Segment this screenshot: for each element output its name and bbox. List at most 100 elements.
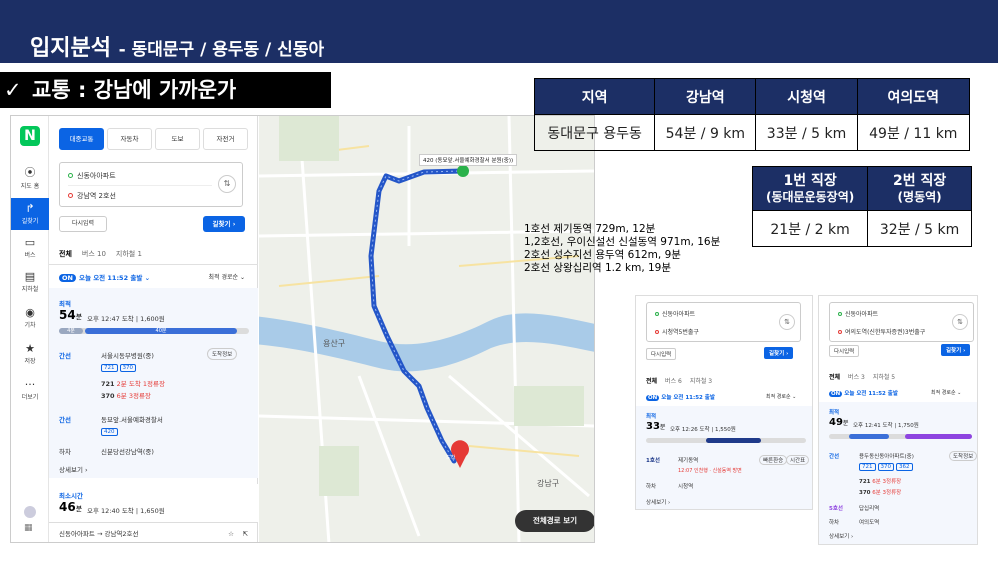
arrival-info-button[interactable]: 도착정보 xyxy=(207,348,238,360)
detail-link[interactable]: 상세보기 › xyxy=(59,464,88,474)
mode-car[interactable]: 자동차 xyxy=(107,128,152,150)
route-inputs: 신동아아파트 여의도역(신한투자증권)3번출구 ⇅ xyxy=(829,302,974,342)
destination-field[interactable]: 여의도역(신한투자증권)3번출구 xyxy=(838,327,925,336)
directions-panel: 대중교통 자동차 도보 자전거 신동아아파트 강남역 2호선 ⇅ 다시입력 길찾… xyxy=(49,116,258,542)
on-toggle[interactable]: ON xyxy=(59,274,76,282)
bus-chip[interactable]: 721 xyxy=(101,364,118,372)
route-result-fastest[interactable]: 최소시간 46분 오후 12:40 도착 | 1,650원 xyxy=(49,484,258,522)
route-label: 최소시간 xyxy=(59,492,83,500)
swap-icon[interactable]: ⇅ xyxy=(952,314,968,330)
transfer-stop: 동묘앞.서울예화경찰서 xyxy=(101,416,163,424)
note-line: 2호선 성수지선 용두역 612m, 9분 xyxy=(524,249,681,261)
rail-item-map-home[interactable]: ⦿ 지도 홈 xyxy=(11,164,49,190)
grid-apps-icon[interactable]: ▦ xyxy=(24,523,35,534)
profile-avatar[interactable] xyxy=(24,506,36,518)
tab-all[interactable]: 전체 xyxy=(646,376,657,385)
arrival-value: 오후 12:26 도착 xyxy=(670,427,710,433)
bus-chip[interactable]: 420 xyxy=(101,428,118,436)
table-cell: 32분 / 5 km xyxy=(867,210,972,247)
timetable-button[interactable]: 시간표 xyxy=(786,455,810,465)
bus-chips: 721 370 xyxy=(101,363,138,372)
line-label: 5호선 xyxy=(829,506,843,512)
find-route-button[interactable]: 길찾기 › xyxy=(941,344,971,356)
table-cell: 54분 / 9 km xyxy=(654,114,757,151)
departure-time[interactable]: ON 오늘 오전 11:52 출발 ⌄ xyxy=(59,272,150,282)
fast-transfer-button[interactable]: 빠른환승 xyxy=(759,455,788,465)
bus-number: 370 xyxy=(859,490,871,496)
route-result-best[interactable]: 최적 54분 오후 12:47 도착 | 1,600원 4분 40분 간선 서울… xyxy=(49,288,258,478)
on-toggle[interactable]: ON xyxy=(646,395,660,401)
table-cell: 21분 / 2 km xyxy=(751,210,869,247)
get-off-label: 하차 xyxy=(646,484,657,490)
get-off-label: 하차 xyxy=(59,448,71,456)
route-duration: 46분 xyxy=(59,500,82,514)
tab-subway[interactable]: 지하철 5 xyxy=(873,372,895,381)
star-icon[interactable]: ☆ xyxy=(228,523,234,542)
bus-chip[interactable]: 362 xyxy=(896,463,913,471)
table-cell: 49분 / 11 km xyxy=(856,114,971,151)
bus-chip[interactable]: 721 xyxy=(859,463,876,471)
tab-bus[interactable]: 버스 10 xyxy=(82,249,106,259)
get-off-stop: 여의도역 xyxy=(859,520,880,526)
mode-walk[interactable]: 도보 xyxy=(155,128,200,150)
arrival-info-button[interactable]: 도착정보 xyxy=(949,451,977,461)
find-route-button[interactable]: 길찾기 › xyxy=(203,216,245,232)
detail-link[interactable]: 상세보기 › xyxy=(646,498,670,506)
origin-value: 신동아아파트 xyxy=(77,172,116,180)
destination-field[interactable]: 시청역5번출구 xyxy=(655,327,699,336)
rail-item-more[interactable]: ··· 더보기 xyxy=(11,378,49,401)
route-result[interactable]: 최적 49분 오후 12:41 도착 | 1,750원 간선 용두동신동아아파트… xyxy=(819,402,977,544)
bus-arrival-info: 6분 3정류장 xyxy=(116,392,151,400)
departure-time[interactable]: ON 오늘 오전 11:52 출발 xyxy=(829,389,898,397)
mode-bike[interactable]: 자전거 xyxy=(203,128,248,150)
rail-item-saved[interactable]: ★ 저장 xyxy=(11,342,49,365)
destination-field[interactable]: 강남역 2호선 xyxy=(68,191,116,201)
naver-logo[interactable]: N xyxy=(20,126,40,146)
tab-subway[interactable]: 지하철 1 xyxy=(116,249,142,259)
reinput-button[interactable]: 다시입력 xyxy=(59,216,107,232)
tab-all[interactable]: 전체 xyxy=(829,372,840,381)
route-arrival: 오후 12:41 도착 | 1,750원 xyxy=(853,423,919,429)
swap-icon[interactable]: ⇅ xyxy=(779,314,795,330)
reinput-button[interactable]: 다시입력 xyxy=(829,345,860,357)
rail-item-subway[interactable]: ▤ 지하철 xyxy=(11,270,49,293)
route-result[interactable]: 최적 33분 오후 12:26 도착 | 1,550원 1호선 제기동역 12:… xyxy=(636,406,812,509)
bus-chip[interactable]: 370 xyxy=(877,463,894,471)
full-route-button[interactable]: 전체경로 보기 xyxy=(515,510,594,532)
map-view[interactable]: 420 (동묘앞.서울예화경찰서 분원(중)) 도착 용산구 강남구 전체경로 … xyxy=(259,116,594,542)
bus-type-icon: 간선 xyxy=(829,454,840,460)
tab-subway[interactable]: 지하철 3 xyxy=(690,376,712,385)
reinput-button[interactable]: 다시입력 xyxy=(646,348,677,360)
rail-item-bus[interactable]: ▭ 버스 xyxy=(11,236,49,259)
rail-item-train[interactable]: ◉ 기차 xyxy=(11,306,49,329)
bus-chip[interactable]: 370 xyxy=(119,364,136,372)
route-label: 최적 xyxy=(59,300,71,308)
departure-time[interactable]: ON 오늘 오전 11:52 출발 xyxy=(646,393,715,401)
sort-dropdown[interactable]: 최적 경로순 ⌄ xyxy=(766,393,796,400)
rail-item-directions[interactable]: ↱ 길찾기 xyxy=(11,198,49,230)
rail-label: 버스 xyxy=(24,252,36,259)
result-tabs: 전체 버스 3 지하철 5 xyxy=(829,372,895,381)
duration-unit: 분 xyxy=(659,424,666,431)
mode-transit[interactable]: 대중교통 xyxy=(59,128,104,150)
table-header: 여의도역 xyxy=(856,78,971,115)
timeline-bus xyxy=(849,434,889,439)
find-route-button[interactable]: 길찾기 › xyxy=(764,347,794,359)
bus-arrival-info: 2분 도착 1정류장 xyxy=(116,380,165,388)
detail-link[interactable]: 상세보기 › xyxy=(829,532,853,540)
title-main: 입지분석 xyxy=(30,36,111,61)
note-line: 1,2호선, 우이신설선 신설동역 971m, 16분 xyxy=(524,236,721,248)
origin-field[interactable]: 신동아아파트 xyxy=(838,309,878,318)
star-icon: ★ xyxy=(25,342,35,355)
swap-icon[interactable]: ⇅ xyxy=(218,175,236,193)
share-icon[interactable]: ⇱ xyxy=(243,523,248,542)
tab-bus[interactable]: 버스 3 xyxy=(848,372,865,381)
on-toggle[interactable]: ON xyxy=(829,391,843,397)
tab-bus[interactable]: 버스 6 xyxy=(665,376,682,385)
sort-dropdown[interactable]: 최적 경로순 ⌄ xyxy=(931,389,961,396)
tab-all[interactable]: 전체 xyxy=(59,249,72,259)
board-stop: 서울시동부병원(중) xyxy=(101,352,154,360)
origin-field[interactable]: 신동아아파트 xyxy=(68,171,116,181)
origin-field[interactable]: 신동아아파트 xyxy=(655,309,695,318)
sort-dropdown[interactable]: 최적 경로순 ⌄ xyxy=(209,272,245,281)
